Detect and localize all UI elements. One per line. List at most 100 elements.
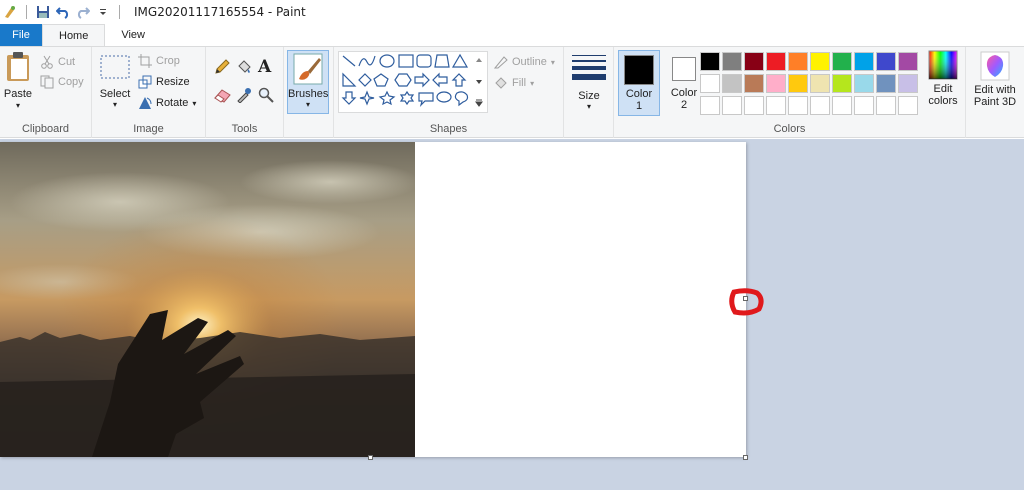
- palette-swatch[interactable]: [766, 96, 786, 115]
- drawing-canvas[interactable]: [0, 142, 748, 460]
- image-group: Select ▾ Crop Resize Rotate ▾ Image: [92, 47, 206, 138]
- tab-view[interactable]: View: [105, 24, 161, 46]
- clipboard-group: Paste ▾ Cut Copy Clipboard: [0, 47, 92, 138]
- resize-button[interactable]: Resize: [138, 75, 190, 89]
- select-label: Select: [99, 88, 131, 100]
- palette-swatch[interactable]: [810, 52, 830, 71]
- resize-label: Resize: [156, 76, 190, 88]
- rotate-dropdown-icon[interactable]: ▾: [192, 99, 196, 108]
- shapes-gallery-icons[interactable]: [339, 52, 487, 112]
- palette-swatch[interactable]: [876, 96, 896, 115]
- ribbon-tabs: File Home View: [0, 24, 1024, 46]
- shapes-group-label: Shapes: [429, 123, 468, 135]
- outline-dropdown-icon: ▾: [550, 57, 555, 67]
- palette-swatch[interactable]: [700, 52, 720, 71]
- color1-swatch: [624, 55, 654, 85]
- color1-label: Color: [625, 88, 653, 100]
- paint-app-icon[interactable]: [0, 2, 20, 22]
- palette-swatch[interactable]: [722, 96, 742, 115]
- size-dropdown-icon[interactable]: ▾: [570, 102, 608, 111]
- redo-icon[interactable]: [73, 2, 93, 22]
- pencil-icon[interactable]: [214, 59, 230, 75]
- paint3d-icon: [980, 51, 1010, 81]
- outline-icon: [494, 55, 508, 69]
- fill-dropdown-icon: ▾: [530, 78, 535, 88]
- palette-swatch[interactable]: [898, 74, 918, 93]
- cut-label: Cut: [58, 56, 76, 68]
- undo-icon[interactable]: [53, 2, 73, 22]
- window-title: IMG20201117165554 - Paint: [134, 5, 306, 19]
- paste-button[interactable]: Paste ▾: [2, 51, 34, 110]
- clipboard-icon: [5, 51, 31, 83]
- paste-dropdown-icon[interactable]: ▾: [2, 101, 34, 110]
- outline-button[interactable]: Outline ▾: [494, 55, 555, 69]
- crop-label: Crop: [156, 55, 180, 67]
- edit-colors-button[interactable]: Edit colors: [922, 50, 964, 107]
- palette-swatch[interactable]: [744, 52, 764, 71]
- color1-button[interactable]: Color 1: [618, 50, 660, 116]
- save-icon[interactable]: [33, 2, 53, 22]
- color-picker-icon[interactable]: [236, 87, 252, 103]
- tab-home[interactable]: Home: [42, 24, 106, 46]
- magnifier-icon[interactable]: [258, 87, 274, 103]
- palette-swatch[interactable]: [744, 74, 764, 93]
- size-button[interactable]: Size ▾: [570, 53, 608, 111]
- palette-swatch[interactable]: [766, 74, 786, 93]
- crop-button[interactable]: Crop: [138, 54, 180, 68]
- select-button[interactable]: Select ▾: [98, 55, 132, 109]
- palette-swatch[interactable]: [898, 96, 918, 115]
- palette-swatch[interactable]: [876, 74, 896, 93]
- palette-swatch[interactable]: [788, 52, 808, 71]
- rotate-button[interactable]: Rotate ▾: [138, 96, 196, 110]
- color2-label: Color: [670, 87, 698, 99]
- fill-bucket-icon[interactable]: [236, 59, 252, 75]
- palette-swatch[interactable]: [854, 52, 874, 71]
- canvas-resize-handle-bottom[interactable]: [368, 455, 373, 460]
- eraser-icon[interactable]: [214, 87, 232, 103]
- palette-swatch[interactable]: [700, 74, 720, 93]
- palette-swatch[interactable]: [744, 96, 764, 115]
- palette-swatch[interactable]: [876, 52, 896, 71]
- resize-icon: [138, 75, 152, 89]
- palette-swatch[interactable]: [810, 74, 830, 93]
- text-icon[interactable]: A: [258, 57, 271, 77]
- palette-swatch[interactable]: [810, 96, 830, 115]
- copy-button[interactable]: Copy: [40, 75, 84, 89]
- palette-swatch[interactable]: [854, 96, 874, 115]
- tools-group-label: Tools: [231, 123, 258, 135]
- tools-group: A Tools: [206, 47, 284, 138]
- edit-with-paint3d-button[interactable]: Edit with Paint 3D: [968, 51, 1022, 108]
- tab-file[interactable]: File: [0, 24, 42, 46]
- line-size-icon: [572, 53, 606, 81]
- palette-swatch[interactable]: [854, 74, 874, 93]
- canvas-resize-handle-corner[interactable]: [743, 455, 748, 460]
- palette-swatch[interactable]: [832, 74, 852, 93]
- palette-swatch[interactable]: [700, 96, 720, 115]
- paste-label: Paste: [3, 88, 33, 100]
- paint3d-label-2: Paint 3D: [973, 96, 1017, 108]
- size-group: Size ▾: [564, 47, 614, 138]
- fill-label: Fill: [512, 77, 527, 89]
- cut-button[interactable]: Cut: [40, 55, 75, 69]
- palette-swatch[interactable]: [766, 52, 786, 71]
- brushes-dropdown-icon[interactable]: ▾: [288, 100, 328, 109]
- palette-swatch[interactable]: [722, 74, 742, 93]
- select-dropdown-icon[interactable]: ▾: [98, 100, 132, 109]
- palette-swatch[interactable]: [788, 74, 808, 93]
- palette-swatch[interactable]: [788, 96, 808, 115]
- fill-icon: [494, 76, 508, 90]
- palette-swatch[interactable]: [722, 52, 742, 71]
- title-bar: IMG20201117165554 - Paint: [0, 0, 1024, 24]
- brushes-label: Brushes: [288, 88, 329, 100]
- colors-group: Color 1 Color 2 Edit colors Colors: [614, 47, 966, 138]
- customize-toolbar-icon[interactable]: [93, 2, 113, 22]
- fill-button[interactable]: Fill ▾: [494, 76, 534, 90]
- color2-button[interactable]: Color 2: [664, 50, 704, 116]
- rotate-label: Rotate: [156, 97, 189, 109]
- palette-swatch[interactable]: [898, 52, 918, 71]
- color2-number: 2: [680, 99, 688, 111]
- brushes-button[interactable]: Brushes ▾: [287, 50, 329, 114]
- copy-label: Copy: [58, 76, 84, 88]
- palette-swatch[interactable]: [832, 52, 852, 71]
- palette-swatch[interactable]: [832, 96, 852, 115]
